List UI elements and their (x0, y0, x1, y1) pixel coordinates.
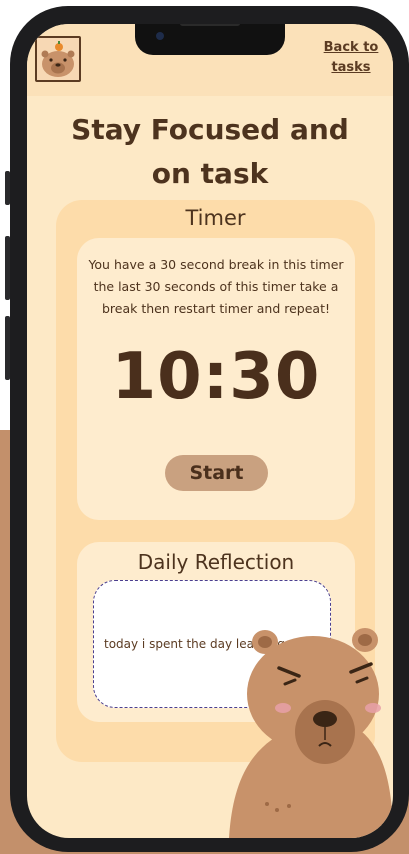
reflection-heading: Daily Reflection (137, 550, 295, 574)
app-screen: Back to tasks Stay Focused and on task T… (27, 24, 393, 838)
start-button[interactable]: Start (165, 455, 268, 491)
volume-down-button (5, 316, 10, 380)
timer-description: You have a 30 second break in this timer… (88, 257, 344, 316)
capybara-mascot-icon (229, 628, 393, 838)
timer-display: 10:30 (111, 340, 321, 414)
phone-notch (135, 24, 285, 55)
app-header: Back to tasks (27, 24, 393, 96)
timer-heading: Timer (185, 206, 246, 230)
front-camera-icon (156, 32, 164, 40)
speaker-grille (180, 24, 240, 26)
volume-up-button (5, 236, 10, 300)
timer-card: You have a 30 second break in this timer… (77, 238, 355, 520)
capybara-avatar-icon (35, 36, 81, 82)
page-title: Stay Focused and on task (71, 113, 349, 190)
back-to-tasks-link[interactable]: Back to tasks (323, 38, 379, 78)
mute-switch (5, 171, 10, 205)
